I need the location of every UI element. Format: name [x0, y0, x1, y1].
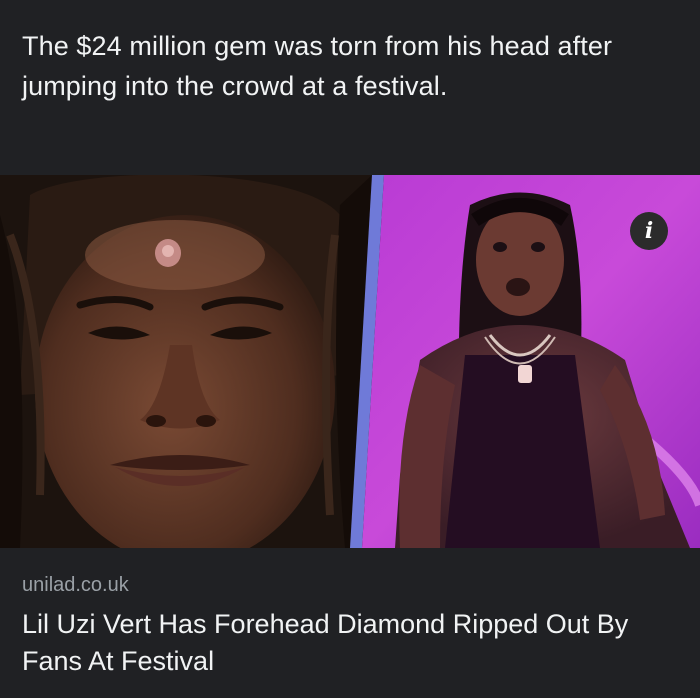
left-photo — [0, 175, 380, 548]
post-card: The $24 million gem was torn from his he… — [0, 0, 700, 698]
article-headline[interactable]: Lil Uzi Vert Has Forehead Diamond Ripped… — [22, 606, 687, 680]
post-caption: The $24 million gem was torn from his he… — [22, 31, 613, 101]
source-domain[interactable]: unilad.co.uk — [22, 574, 129, 597]
preview-image[interactable] — [0, 175, 700, 548]
preview-image-graphic — [0, 175, 700, 548]
info-icon[interactable]: i — [630, 212, 668, 250]
